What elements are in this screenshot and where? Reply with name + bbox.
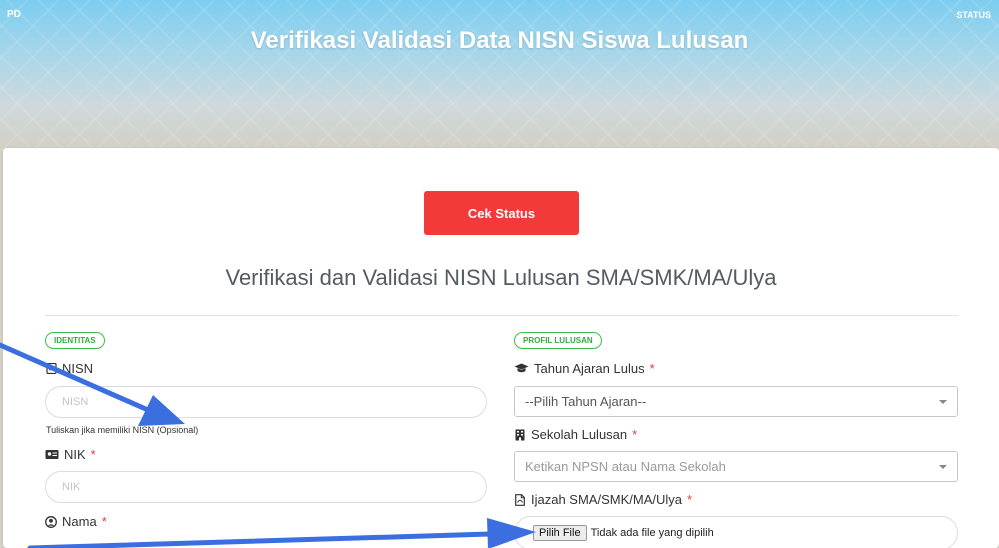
page-title: Verifikasi Validasi Data NISN Siswa Lulu… [250,27,749,54]
required-mark: * [90,447,96,462]
nik-label-row: NIK * [45,447,96,462]
required-mark: * [101,514,107,529]
nav-status-link[interactable]: STATUS [956,10,991,20]
required-mark: * [632,427,638,442]
brand-logo[interactable]: PD [7,9,21,20]
chevron-down-icon [939,400,947,404]
sekolah-select[interactable]: Ketikan NPSN atau Nama Sekolah [514,451,958,482]
nisn-input[interactable] [45,386,487,418]
header-banner: PD STATUS Verifikasi Validasi Data NISN … [0,0,999,150]
required-mark: * [687,492,693,507]
tahun-label-row: Tahun Ajaran Lulus * [514,361,655,376]
pilih-file-button[interactable]: Pilih File [533,525,587,541]
chevron-down-icon [939,465,947,469]
tahun-ajaran-value: --Pilih Tahun Ajaran-- [525,394,647,409]
nama-label-row: Nama * [45,514,107,529]
ijazah-label-row: Ijazah SMA/SMK/MA/Ulya * [514,492,692,507]
ijazah-label: Ijazah SMA/SMK/MA/Ulya [531,492,682,507]
divider [45,315,958,316]
nama-label: Nama [62,514,97,529]
required-mark: * [649,361,655,376]
nisn-label: NISN [62,361,94,376]
nisn-label-row: NISN [45,361,93,376]
identitas-badge: IDENTITAS [45,332,105,349]
tahun-ajaran-select[interactable]: --Pilih Tahun Ajaran-- [514,386,958,417]
ijazah-file-input[interactable]: Pilih File Tidak ada file yang dipilih [514,516,958,548]
graduation-cap-icon [514,363,529,375]
form-card: Cek Status Verifikasi dan Validasi NISN … [3,148,999,548]
profil-lulusan-badge: PROFIL LULUSAN [514,332,602,349]
file-status-text: Tidak ada file yang dipilih [590,527,714,539]
sekolah-placeholder: Ketikan NPSN atau Nama Sekolah [525,459,726,474]
sekolah-label-row: Sekolah Lulusan * [514,427,637,442]
id-badge-icon [45,449,59,461]
cek-status-button[interactable]: Cek Status [424,191,579,235]
sekolah-label: Sekolah Lulusan [531,427,628,442]
building-icon [514,429,526,441]
file-pdf-icon [514,493,526,506]
tahun-label: Tahun Ajaran Lulus [534,361,645,376]
nisn-help-text: Tuliskan jika memiliki NISN (Opsional) [46,425,199,435]
nik-input[interactable] [45,471,487,503]
nik-label: NIK [64,447,86,462]
user-circle-icon [45,515,57,528]
id-card-icon [45,362,57,375]
form-title: Verifikasi dan Validasi NISN Lulusan SMA… [225,265,777,290]
